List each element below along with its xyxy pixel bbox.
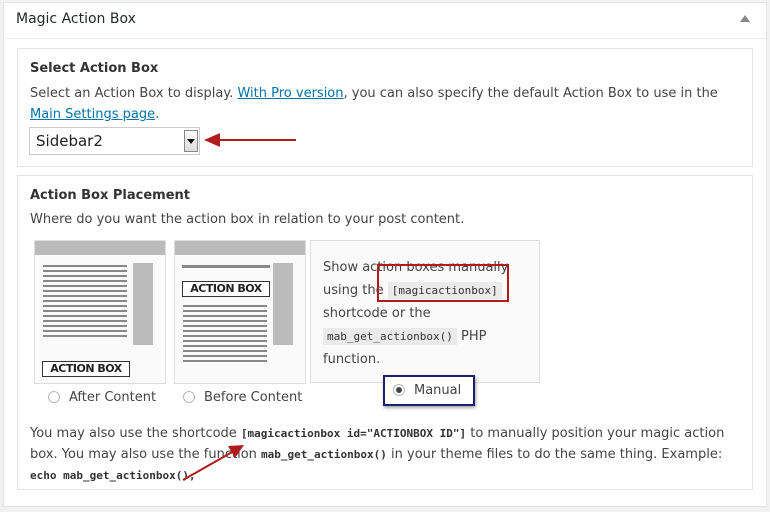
footer-annotation-arrow: [182, 445, 244, 481]
